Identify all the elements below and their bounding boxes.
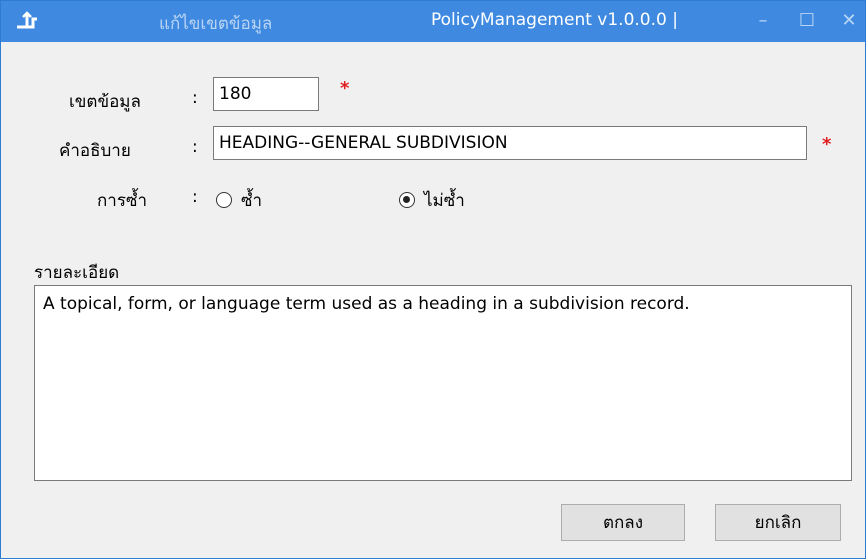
repeat-label: การซ้ำ	[97, 191, 148, 211]
close-button[interactable]: ✕	[834, 6, 864, 36]
repeat-colon: :	[192, 187, 198, 207]
radio-repeat[interactable]	[216, 192, 232, 208]
description-input[interactable]	[213, 126, 807, 160]
ok-button[interactable]: ตกลง	[561, 504, 685, 541]
app-icon	[13, 7, 41, 33]
radio-no-repeat[interactable]	[399, 192, 415, 208]
window-title: แก้ไขเขตข้อมูล	[159, 14, 273, 34]
radio-no-repeat-label[interactable]: ไม่ซ้ำ	[424, 187, 465, 214]
field-colon: :	[192, 88, 198, 108]
field-required-mark: *	[340, 78, 350, 99]
description-required-mark: *	[822, 134, 832, 155]
minimize-button[interactable]: –	[748, 6, 778, 36]
radio-repeat-label[interactable]: ซ้ำ	[241, 187, 262, 214]
description-colon: :	[192, 137, 198, 157]
field-input[interactable]	[213, 77, 319, 111]
dialog-window: แก้ไขเขตข้อมูล PolicyManagement v1.0.0.0…	[0, 0, 866, 559]
details-textarea[interactable]: A topical, form, or language term used a…	[34, 285, 852, 481]
details-label: รายละเอียด	[34, 263, 120, 283]
field-label: เขตข้อมูล	[69, 92, 141, 112]
app-name: PolicyManagement v1.0.0.0 |	[431, 10, 678, 30]
radio-selected-dot	[403, 196, 410, 203]
maximize-button[interactable]: ☐	[792, 6, 822, 36]
description-label: คำอธิบาย	[59, 141, 131, 161]
cancel-button[interactable]: ยกเลิก	[715, 504, 841, 541]
title-bar[interactable]: แก้ไขเขตข้อมูล PolicyManagement v1.0.0.0…	[1, 1, 865, 42]
